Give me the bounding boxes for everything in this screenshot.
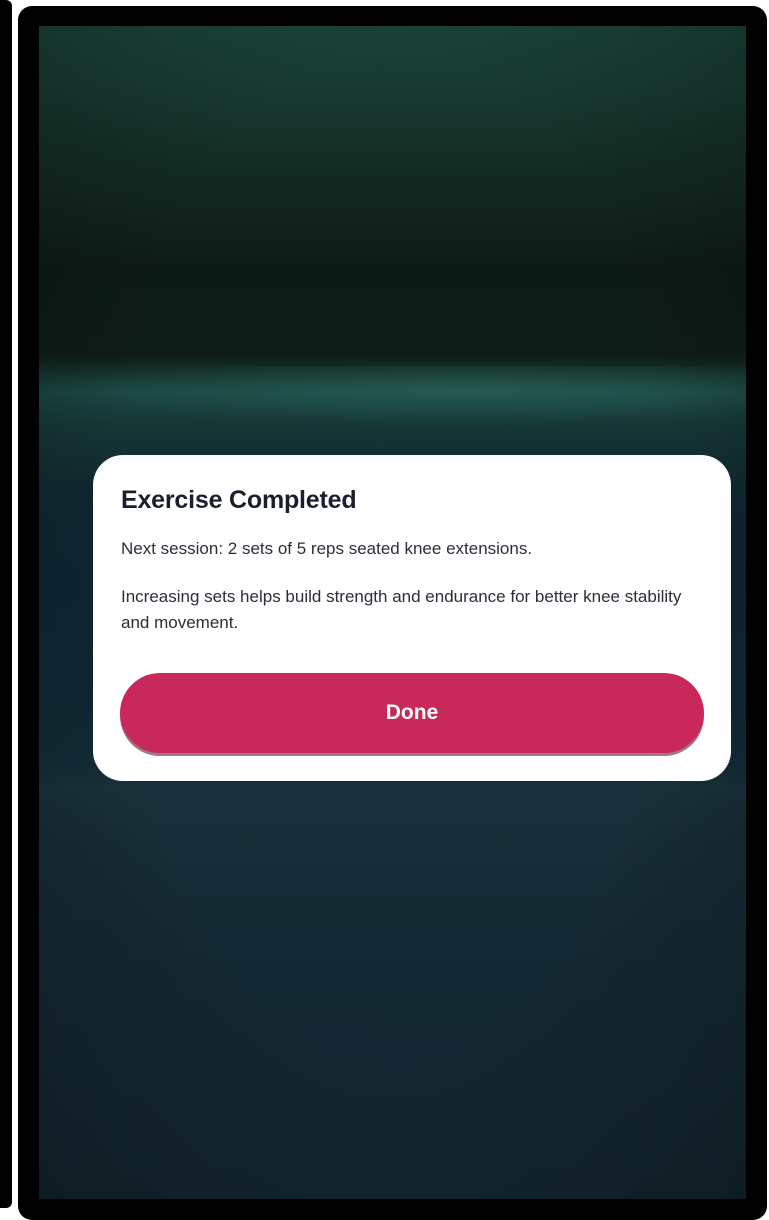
left-edge-bezel — [0, 0, 12, 1208]
device-frame: Exercise Completed Next session: 2 sets … — [18, 6, 767, 1220]
app-screen: Exercise Completed Next session: 2 sets … — [39, 26, 746, 1199]
done-button[interactable]: Done — [120, 673, 704, 753]
exercise-completed-dialog: Exercise Completed Next session: 2 sets … — [93, 455, 731, 781]
next-session-text: Next session: 2 sets of 5 reps seated kn… — [121, 539, 533, 558]
progression-reason-text: Increasing sets helps build strength and… — [121, 587, 682, 632]
dialog-title: Exercise Completed — [121, 486, 357, 514]
